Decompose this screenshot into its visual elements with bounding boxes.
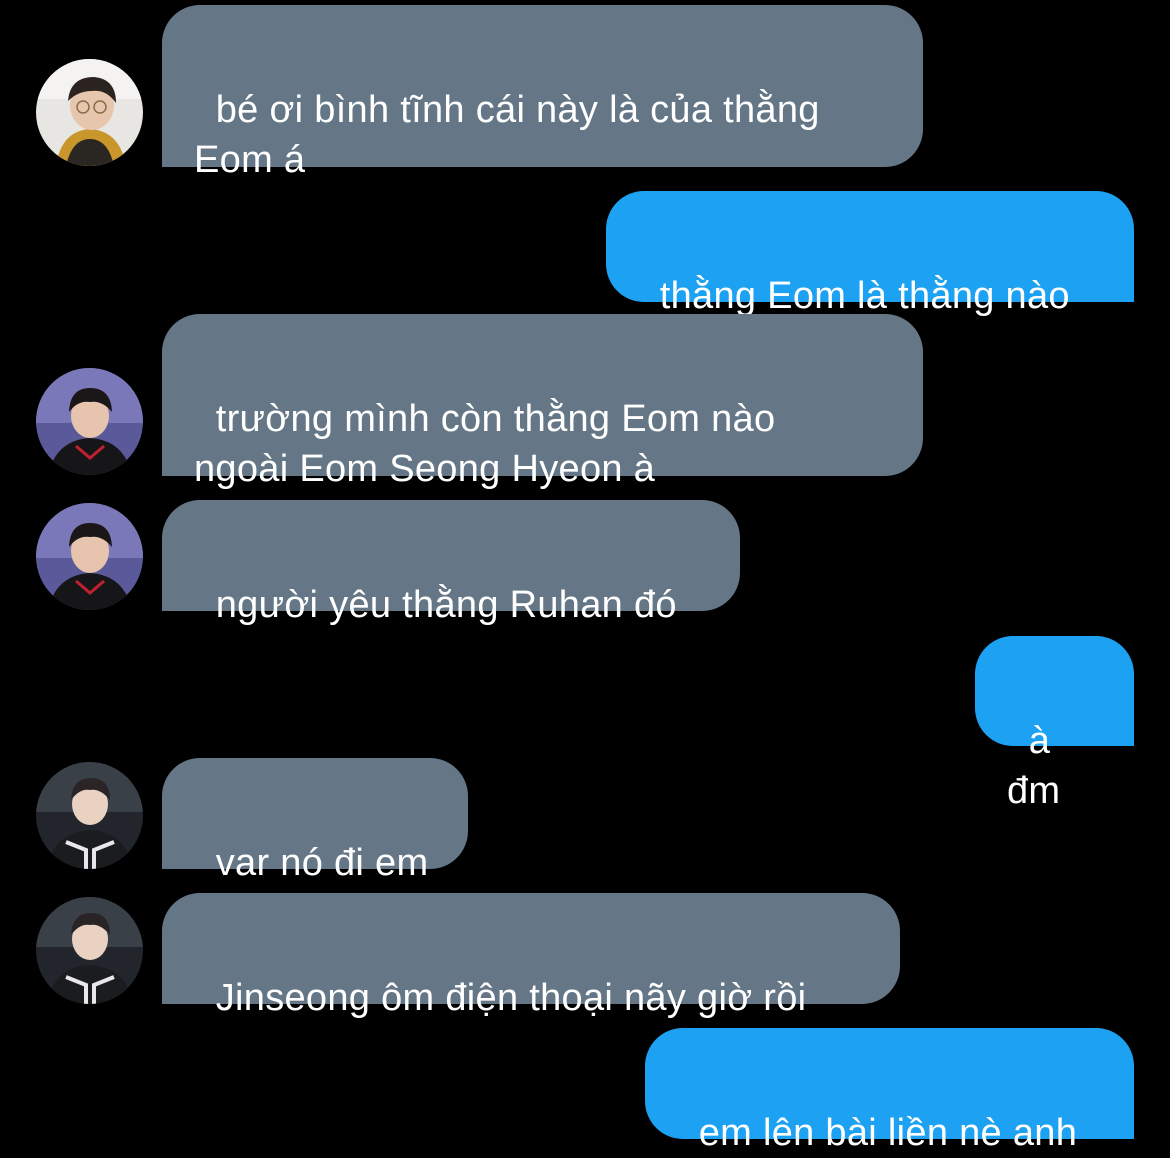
- avatar-photo-3: [36, 897, 143, 1004]
- avatar-photo-2: [36, 503, 143, 610]
- message-text: à đm: [1007, 720, 1062, 812]
- message-bubble-incoming[interactable]: trường mình còn thằng Eom nào ngoài Eom …: [162, 314, 923, 490]
- avatar-photo-3: [36, 762, 143, 869]
- message-text: Jinseong ôm điện thoại nãy giờ rồi: [215, 977, 807, 1019]
- message-text: thằng Eom là thằng nào: [659, 275, 1070, 317]
- message-text: bé ơi bình tĩnh cái này là của thằng Eom…: [194, 89, 820, 181]
- avatar[interactable]: [36, 368, 143, 475]
- message-bubble-incoming[interactable]: người yêu thằng Ruhan đó: [162, 500, 740, 626]
- message-bubble-incoming[interactable]: Jinseong ôm điện thoại nãy giờ rồi: [162, 893, 900, 1019]
- message-bubble-incoming[interactable]: bé ơi bình tĩnh cái này là của thằng Eom…: [162, 5, 923, 181]
- message-text: var nó đi em: [215, 842, 429, 884]
- message-bubble-outgoing[interactable]: em lên bài liền nè anh: [645, 1028, 1134, 1154]
- avatar[interactable]: [36, 59, 143, 166]
- avatar[interactable]: [36, 762, 143, 869]
- message-bubble-incoming[interactable]: var nó đi em: [162, 758, 468, 884]
- message-text: người yêu thằng Ruhan đó: [215, 584, 677, 626]
- avatar[interactable]: [36, 897, 143, 1004]
- avatar-photo-2: [36, 368, 143, 475]
- message-text: trường mình còn thằng Eom nào ngoài Eom …: [194, 398, 776, 490]
- avatar-photo-1: [36, 59, 143, 166]
- message-text: em lên bài liền nè anh: [698, 1112, 1078, 1154]
- avatar[interactable]: [36, 503, 143, 610]
- message-bubble-outgoing[interactable]: à đm: [975, 636, 1134, 812]
- message-bubble-outgoing[interactable]: thằng Eom là thằng nào: [606, 191, 1134, 317]
